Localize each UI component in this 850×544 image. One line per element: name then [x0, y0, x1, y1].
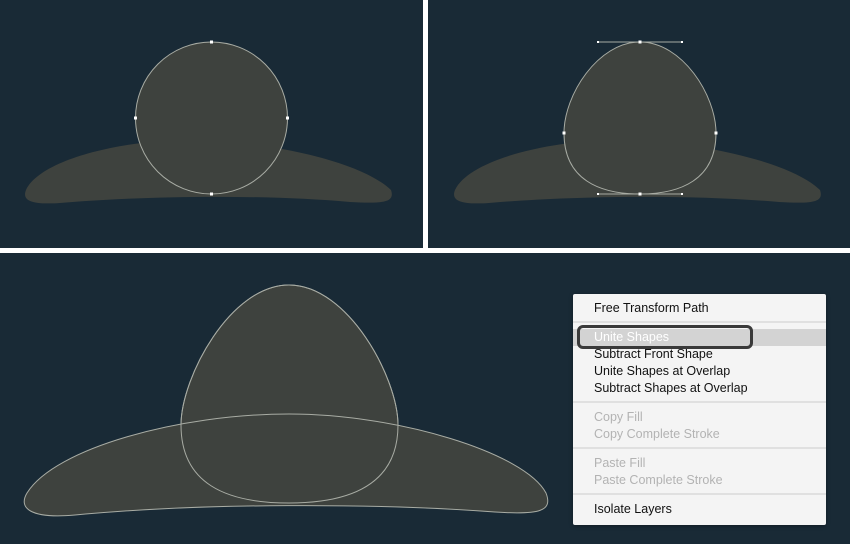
menu-item-label: Copy Complete Stroke: [594, 427, 720, 441]
menu-item-unite-shapes-at-overlap[interactable]: Unite Shapes at Overlap: [573, 363, 826, 380]
anchor-point-bottom[interactable]: [638, 192, 642, 196]
handle-point-top-right[interactable]: [681, 41, 683, 43]
menu-item-subtract-front-shape[interactable]: Subtract Front Shape: [573, 346, 826, 363]
handle-point-bottom-left[interactable]: [597, 193, 599, 195]
anchor-point-right[interactable]: [286, 116, 289, 120]
menu-item-isolate-layers[interactable]: Isolate Layers: [573, 501, 826, 518]
egg-shape[interactable]: [563, 41, 717, 195]
handle-point-top-left[interactable]: [597, 41, 599, 43]
menu-item-copy-complete-stroke[interactable]: Copy Complete Stroke: [573, 426, 826, 443]
anchor-point-bottom[interactable]: [210, 192, 213, 196]
context-menu: Free Transform Path Unite Shapes Subtrac…: [573, 294, 826, 525]
canvas-panel-circle[interactable]: [0, 0, 423, 248]
menu-separator: [573, 447, 826, 449]
menu-item-copy-fill[interactable]: Copy Fill: [573, 409, 826, 426]
menu-item-label: Paste Complete Stroke: [594, 473, 723, 487]
circle-shape[interactable]: [135, 41, 288, 195]
menu-item-label: Unite Shapes: [594, 330, 670, 344]
menu-item-label: Paste Fill: [594, 456, 646, 470]
menu-item-paste-complete-stroke[interactable]: Paste Complete Stroke: [573, 472, 826, 489]
menu-item-free-transform-path[interactable]: Free Transform Path: [573, 300, 826, 317]
menu-item-label: Copy Fill: [594, 410, 643, 424]
menu-item-label: Unite Shapes at Overlap: [594, 364, 731, 378]
canvas-circle-svg[interactable]: [0, 0, 423, 248]
handle-point-bottom-right[interactable]: [681, 193, 683, 195]
menu-separator: [573, 493, 826, 495]
brim-shape[interactable]: [23, 413, 549, 517]
menu-item-unite-shapes[interactable]: Unite Shapes: [573, 329, 826, 346]
anchor-point-top[interactable]: [638, 40, 642, 44]
canvas-egg-svg[interactable]: [428, 0, 850, 248]
menu-item-label: Isolate Layers: [594, 502, 672, 516]
menu-separator: [573, 321, 826, 323]
anchor-point-left[interactable]: [562, 131, 566, 135]
anchor-point-left[interactable]: [134, 116, 137, 120]
menu-item-paste-fill[interactable]: Paste Fill: [573, 455, 826, 472]
menu-item-label: Subtract Shapes at Overlap: [594, 381, 748, 395]
anchor-point-top[interactable]: [210, 40, 213, 44]
menu-separator: [573, 401, 826, 403]
menu-item-subtract-shapes-at-overlap[interactable]: Subtract Shapes at Overlap: [573, 380, 826, 397]
menu-item-label: Free Transform Path: [594, 301, 709, 315]
canvas-panel-egg[interactable]: [428, 0, 850, 248]
anchor-point-right[interactable]: [714, 131, 718, 135]
menu-item-label: Subtract Front Shape: [594, 347, 713, 361]
